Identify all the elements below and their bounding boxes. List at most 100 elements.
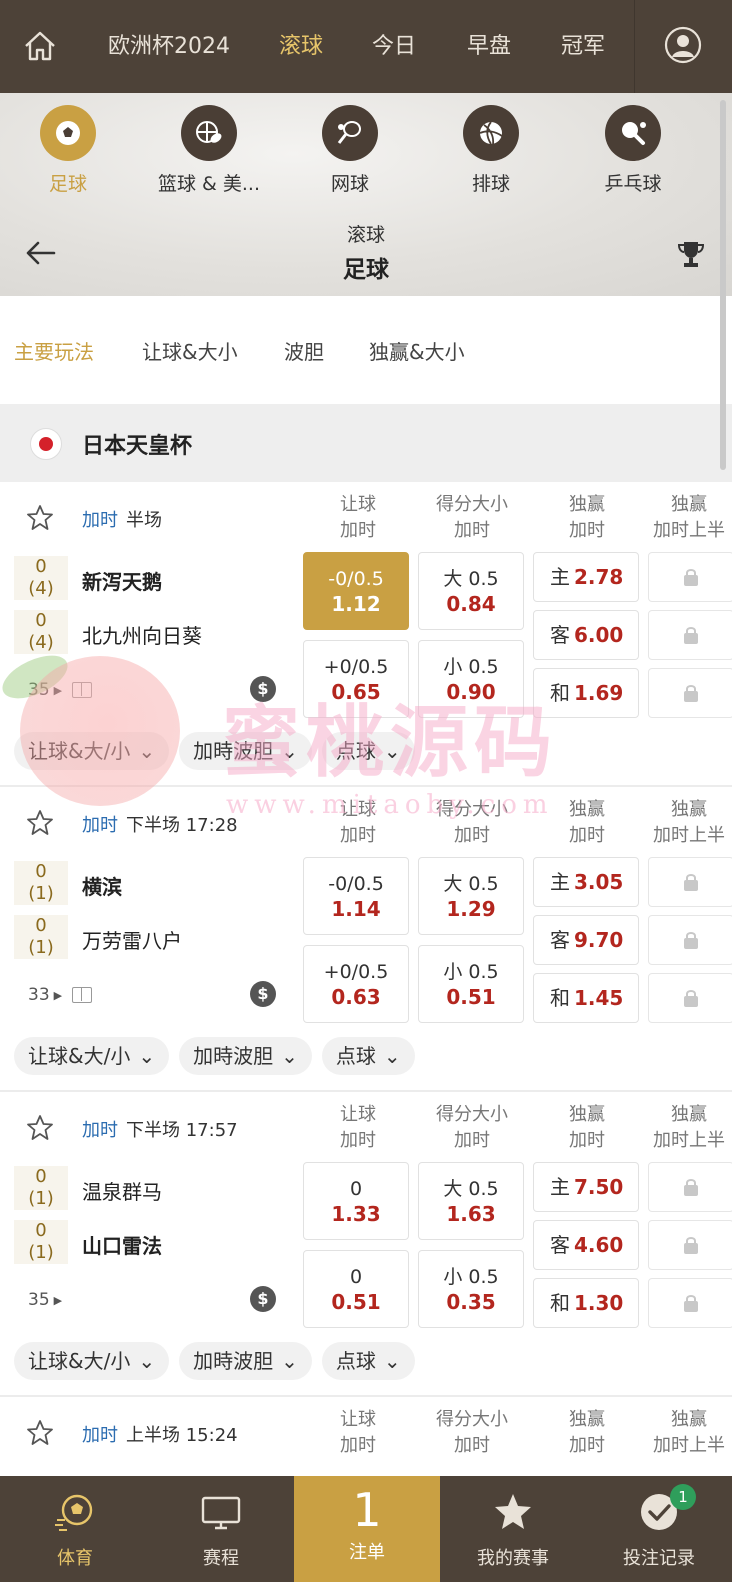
col-header-moneyline-half: 独赢 加时上半 <box>653 494 725 541</box>
match-period: 上半场 15:24 <box>126 1425 238 1446</box>
match-status: 加时 上半场 15:24 <box>82 1421 238 1447</box>
chip-handicap-total[interactable]: 让球&大/小 ⌄ <box>14 732 170 770</box>
bottom-nav-bet-records[interactable]: 1 投注记录 <box>586 1476 732 1582</box>
nav-tab-euro2024[interactable]: 欧洲杯2024 <box>108 28 230 60</box>
lock-icon <box>684 874 698 891</box>
col-header-total: 得分大小 加时 <box>436 1409 508 1456</box>
odds-handicap-home[interactable]: 0 1.33 <box>303 1162 409 1240</box>
odds-total-under[interactable]: 小 0.5 0.35 <box>418 1250 524 1328</box>
odds-handicap-home[interactable]: -0/0.5 1.14 <box>303 857 409 935</box>
bottom-nav-schedule[interactable]: 赛程 <box>148 1476 294 1582</box>
cashout-icon[interactable]: $ <box>250 676 276 702</box>
locked-odds <box>648 1162 732 1212</box>
chevron-down-icon: ⌄ <box>281 739 298 763</box>
bottom-nav-bet-slip[interactable]: 1 注单 <box>294 1476 440 1582</box>
odds-moneyline-draw[interactable]: 和 1.69 <box>533 668 639 718</box>
away-team: 山口雷法 <box>82 1234 162 1258</box>
tab-handicap-total[interactable]: 让球&大小 <box>142 336 238 365</box>
nav-tab-today[interactable]: 今日 <box>372 28 416 60</box>
chip-ot-correct-score[interactable]: 加時波胆 ⌄ <box>179 1037 312 1075</box>
sport-banner: 足球 篮球 & 美... 网球 排球 乒乓球 滚球 足球 <box>0 93 732 296</box>
bottom-nav: 体育 赛程 1 注单 我的赛事 1 投注记录 <box>0 1476 732 1582</box>
japan-flag-icon <box>30 428 62 460</box>
tab-correct-score[interactable]: 波胆 <box>284 336 324 365</box>
nav-tab-live[interactable]: 滚球 <box>279 28 323 60</box>
chip-ot-correct-score[interactable]: 加時波胆 ⌄ <box>179 732 312 770</box>
chip-handicap-total[interactable]: 让球&大/小 ⌄ <box>14 1342 170 1380</box>
football-icon <box>55 1494 93 1531</box>
chevron-down-icon: ⌄ <box>383 739 401 763</box>
cashout-icon[interactable]: $ <box>250 981 276 1007</box>
chip-handicap-total[interactable]: 让球&大/小 ⌄ <box>14 1037 170 1075</box>
tab-moneyline-total[interactable]: 独赢&大小 <box>369 336 465 365</box>
odds-total-over[interactable]: 大 0.5 1.29 <box>418 857 524 935</box>
chip-penalty[interactable]: 点球 ⌄ <box>321 732 415 770</box>
chevron-down-icon: ⌄ <box>383 1349 401 1373</box>
odds-total-under[interactable]: 小 0.5 0.90 <box>418 640 524 718</box>
col-header-moneyline: 独赢 加时 <box>569 494 605 541</box>
trophy-icon[interactable] <box>676 239 706 269</box>
locked-odds <box>648 1278 732 1328</box>
chevron-down-icon: ⌄ <box>138 1349 156 1373</box>
nav-tab-early[interactable]: 早盘 <box>467 28 511 60</box>
volleyball-icon <box>463 105 519 161</box>
match-period: 下半场 17:28 <box>126 815 238 836</box>
odds-moneyline-home[interactable]: 主 3.05 <box>533 857 639 907</box>
page-title: 足球 <box>343 257 389 283</box>
pitch-icon <box>72 987 93 1003</box>
favorite-star-icon[interactable] <box>26 809 54 837</box>
col-header-moneyline-half: 独赢 加时上半 <box>653 1409 725 1456</box>
odds-moneyline-draw[interactable]: 和 1.30 <box>533 1278 639 1328</box>
odds-moneyline-home[interactable]: 主 2.78 <box>533 552 639 602</box>
favorite-star-icon[interactable] <box>26 504 54 532</box>
home-score: 0 (4) <box>14 556 68 600</box>
chip-penalty[interactable]: 点球 ⌄ <box>321 1342 415 1380</box>
odds-handicap-away[interactable]: +0/0.5 0.65 <box>303 640 409 718</box>
tab-main[interactable]: 主要玩法 <box>14 336 94 365</box>
col-header-moneyline-half: 独赢 加时上半 <box>653 799 725 846</box>
chevron-down-icon: ⌄ <box>383 1044 401 1068</box>
odds-moneyline-home[interactable]: 主 7.50 <box>533 1162 639 1212</box>
match-card: 加时 下半场 17:57 让球 加时 得分大小 加时 独赢 加时 独赢 加时上半 0 (1)… <box>0 1092 732 1397</box>
market-chips: 让球&大/小 ⌄ 加時波胆 ⌄ 点球 ⌄ <box>14 732 415 770</box>
odds-total-over[interactable]: 大 0.5 0.84 <box>418 552 524 630</box>
match-minute: 35 ▶ <box>28 1290 63 1310</box>
odds-moneyline-away[interactable]: 客 9.70 <box>533 915 639 965</box>
away-team: 北九州向日葵 <box>82 624 202 648</box>
col-header-handicap: 让球 加时 <box>340 1409 376 1456</box>
locked-odds <box>648 857 732 907</box>
odds-handicap-away[interactable]: +0/0.5 0.63 <box>303 945 409 1023</box>
odds-moneyline-draw[interactable]: 和 1.45 <box>533 973 639 1023</box>
away-score: 0 (4) <box>14 610 68 654</box>
chip-penalty[interactable]: 点球 ⌄ <box>321 1037 415 1075</box>
odds-total-over[interactable]: 大 0.5 1.63 <box>418 1162 524 1240</box>
lock-icon <box>684 990 698 1007</box>
odds-moneyline-away[interactable]: 客 6.00 <box>533 610 639 660</box>
cashout-icon[interactable]: $ <box>250 1286 276 1312</box>
scrollbar[interactable] <box>720 100 726 470</box>
nav-tab-outright[interactable]: 冠军 <box>561 28 605 60</box>
chevron-down-icon: ⌄ <box>281 1044 298 1068</box>
odds-moneyline-away[interactable]: 客 4.60 <box>533 1220 639 1270</box>
bottom-nav-my-events[interactable]: 我的赛事 <box>440 1476 586 1582</box>
odds-total-under[interactable]: 小 0.5 0.51 <box>418 945 524 1023</box>
chevron-down-icon: ⌄ <box>281 1349 298 1373</box>
overtime-label: 加时 <box>82 1425 118 1446</box>
favorite-star-icon[interactable] <box>26 1114 54 1142</box>
locked-odds <box>648 915 732 965</box>
sport-football[interactable]: 足球 <box>8 105 128 196</box>
favorite-star-icon[interactable] <box>26 1419 54 1447</box>
sport-label: 足球 <box>48 173 87 195</box>
sport-volleyball[interactable]: 排球 <box>431 105 551 196</box>
match-period: 半场 <box>126 510 162 531</box>
bottom-nav-sports[interactable]: 体育 <box>2 1476 148 1582</box>
sport-basketball[interactable]: 篮球 & 美... <box>149 105 269 196</box>
league-header[interactable]: 日本天皇杯 <box>0 404 732 482</box>
user-avatar-icon[interactable] <box>664 26 702 64</box>
chip-ot-correct-score[interactable]: 加時波胆 ⌄ <box>179 1342 312 1380</box>
odds-handicap-home[interactable]: -0/0.5 1.12 <box>303 552 409 630</box>
odds-handicap-away[interactable]: 0 0.51 <box>303 1250 409 1328</box>
home-icon[interactable] <box>22 28 58 64</box>
sport-tennis[interactable]: 网球 <box>290 105 410 196</box>
sport-table-tennis[interactable]: 乒乓球 <box>573 105 693 196</box>
